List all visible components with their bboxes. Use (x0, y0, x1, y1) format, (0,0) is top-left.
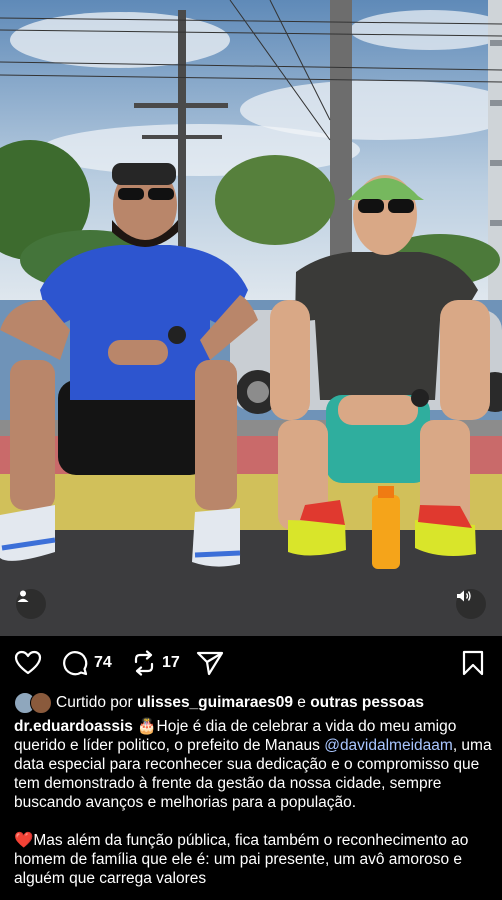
caption-paragraph: dr.eduardoassis 🎂Hoje é dia de celebrar … (14, 717, 492, 812)
like-button[interactable] (14, 650, 42, 676)
caption-text: Mas além da função pública, fica também … (14, 832, 469, 887)
audio-toggle-button[interactable] (456, 589, 486, 619)
share-button[interactable] (196, 650, 224, 676)
repost-icon (134, 650, 154, 676)
speaker-icon (457, 590, 471, 602)
repost-button[interactable]: 17 (132, 650, 180, 676)
post-caption: dr.eduardoassis 🎂Hoje é dia de celebrar … (14, 717, 492, 888)
photo-illustration (0, 0, 502, 636)
liked-by-prefix: Curtido por (56, 694, 133, 711)
post-photo[interactable] (0, 0, 502, 636)
heart-emoji: ❤️ (14, 832, 34, 849)
bookmark-icon (462, 650, 484, 676)
liked-by-user[interactable]: ulisses_guimaraes09 (137, 694, 293, 712)
liker-avatars (14, 692, 52, 714)
send-icon (196, 651, 224, 676)
liked-by-others[interactable]: outras pessoas (310, 694, 424, 712)
comment-button[interactable]: 74 (62, 650, 112, 676)
heart-icon (14, 650, 42, 675)
person-icon (17, 590, 29, 602)
comment-count: 74 (94, 654, 112, 671)
tagged-people-button[interactable] (16, 589, 46, 619)
likes-summary[interactable]: Curtido por ulisses_guimaraes09 e outras… (14, 692, 424, 714)
repost-count: 17 (162, 654, 180, 671)
save-button[interactable] (462, 650, 484, 676)
cake-emoji: 🎂 (137, 718, 157, 735)
post-actions-bar: 74 17 (0, 636, 502, 692)
caption-paragraph: ❤️Mas além da função pública, fica també… (14, 831, 492, 888)
caption-username[interactable]: dr.eduardoassis (14, 718, 133, 735)
caption-mention[interactable]: @davidalmeidaam (324, 737, 453, 754)
avatar (30, 692, 52, 714)
liked-by-conjunction: e (297, 694, 306, 711)
comment-icon (63, 651, 88, 676)
